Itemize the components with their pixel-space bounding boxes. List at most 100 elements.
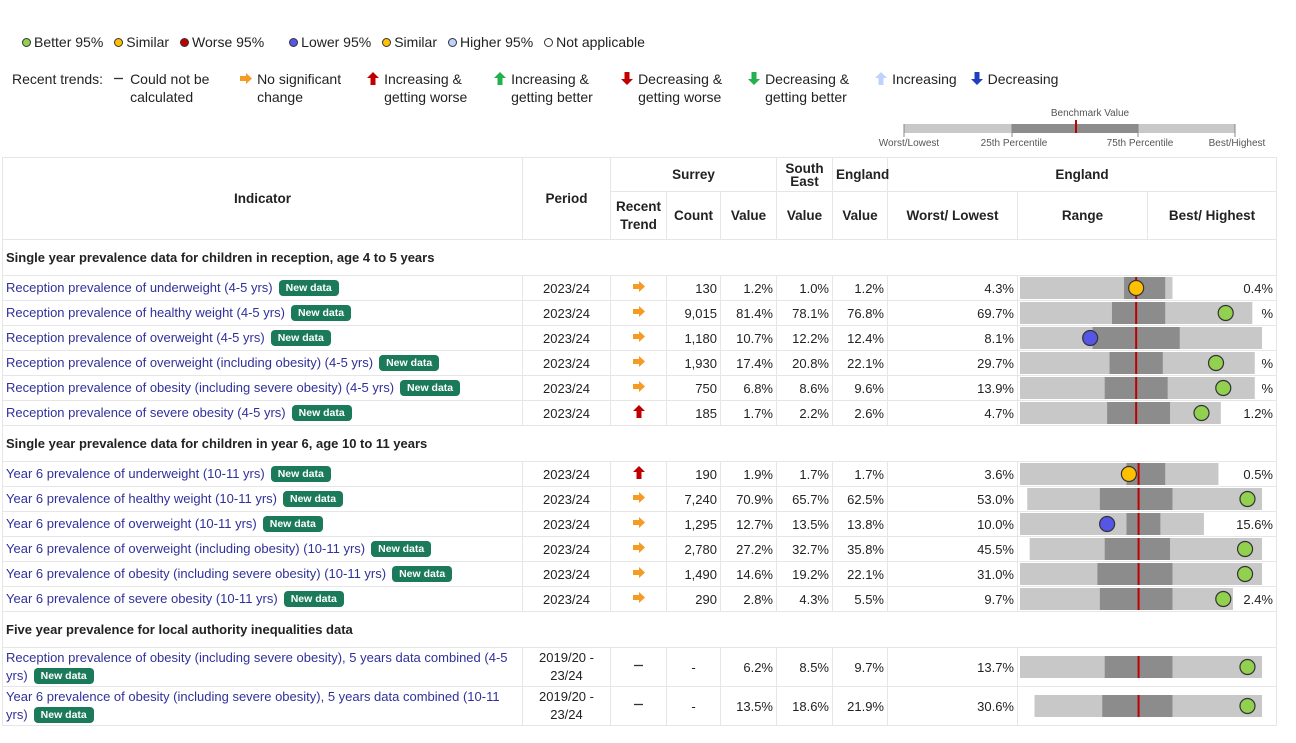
indicator-link[interactable]: Year 6 prevalence of severe obesity (10-… bbox=[6, 591, 278, 606]
dash-icon bbox=[633, 698, 645, 714]
england-value-cell: 1.7% bbox=[832, 461, 888, 487]
range-chart-cell[interactable] bbox=[1016, 561, 1278, 587]
england-value-cell: 35.8% bbox=[832, 536, 888, 562]
indicator-cell: Year 6 prevalence of overweight (10-11 y… bbox=[2, 511, 523, 537]
value-cell: 12.7% bbox=[720, 511, 777, 537]
legend-swatch-icon bbox=[544, 37, 554, 47]
range-chart-cell[interactable] bbox=[1016, 325, 1278, 351]
range-chart-cell[interactable] bbox=[1016, 486, 1278, 512]
legend-label: Not applicable bbox=[556, 34, 645, 50]
period-cell: 2023/24 bbox=[522, 511, 611, 537]
spine-iqr-bar bbox=[1107, 402, 1171, 424]
trend-cell[interactable] bbox=[610, 686, 667, 726]
range-chart-cell[interactable] bbox=[1016, 536, 1278, 562]
period-cell: 2023/24 bbox=[522, 325, 611, 351]
spine-iqr-bar bbox=[1126, 513, 1161, 535]
new-data-badge: New data bbox=[392, 566, 453, 582]
indicator-link[interactable]: Year 6 prevalence of overweight (10-11 y… bbox=[6, 516, 257, 531]
england-value-cell: 76.8% bbox=[832, 300, 888, 326]
range-chart-cell[interactable]: 2.4% bbox=[1016, 586, 1278, 612]
section-header-row: Single year prevalence data for children… bbox=[1, 425, 1278, 462]
range-chart-cell[interactable] bbox=[1016, 686, 1278, 726]
header-value[interactable]: Value bbox=[720, 191, 777, 240]
spine-area-marker bbox=[1217, 304, 1234, 322]
legend-item: Higher 95% bbox=[447, 34, 533, 50]
range-chart-cell[interactable]: % bbox=[1016, 350, 1278, 376]
header-se-value[interactable]: Value bbox=[776, 191, 833, 240]
trend-cell[interactable] bbox=[610, 647, 667, 687]
table-row: Year 6 prevalence of overweight (10-11 y… bbox=[2, 511, 1278, 537]
header-worst: Worst/ Lowest bbox=[887, 191, 1018, 240]
arrow-right-orange-icon bbox=[632, 330, 645, 346]
indicator-link[interactable]: Reception prevalence of underweight (4-5… bbox=[6, 280, 273, 295]
indicator-link[interactable]: Year 6 prevalence of obesity (including … bbox=[6, 566, 386, 581]
header-count[interactable]: Count bbox=[666, 191, 721, 240]
trend-cell[interactable] bbox=[610, 486, 667, 512]
legend-item: Better 95% bbox=[22, 34, 103, 50]
header-period[interactable]: Period bbox=[522, 157, 611, 240]
count-cell: 1,295 bbox=[666, 511, 721, 537]
spine-chart: 1.2% bbox=[1020, 402, 1273, 424]
range-chart-cell[interactable]: 1.2% bbox=[1016, 400, 1278, 426]
indicator-link[interactable]: Reception prevalence of overweight (incl… bbox=[6, 355, 373, 370]
trend-cell[interactable] bbox=[610, 400, 667, 426]
legend-swatch-icon bbox=[447, 37, 457, 47]
period-cell: 2023/24 bbox=[522, 536, 611, 562]
table-row: Reception prevalence of overweight (incl… bbox=[2, 350, 1278, 376]
range-chart-cell[interactable]: 0.5% bbox=[1016, 461, 1278, 487]
indicator-link[interactable]: Year 6 prevalence of overweight (includi… bbox=[6, 541, 365, 556]
indicator-link[interactable]: Reception prevalence of healthy weight (… bbox=[6, 305, 285, 320]
range-chart-cell[interactable]: % bbox=[1016, 375, 1278, 401]
indicator-link[interactable]: Reception prevalence of overweight (4-5 … bbox=[6, 330, 265, 345]
indicator-cell: Reception prevalence of overweight (incl… bbox=[2, 350, 523, 376]
worst-lowest-cell: 10.0% bbox=[887, 511, 1018, 537]
count-cell: 1,180 bbox=[666, 325, 721, 351]
header-indicator[interactable]: Indicator bbox=[2, 157, 523, 240]
trend-cell[interactable] bbox=[610, 511, 667, 537]
table-row: Year 6 prevalence of obesity (including … bbox=[2, 686, 1278, 726]
legend-swatch-icon bbox=[289, 37, 299, 47]
range-chart-cell[interactable]: 15.6% bbox=[1016, 511, 1278, 537]
value-cell: 70.9% bbox=[720, 486, 777, 512]
indicator-table: Indicator Period Surrey South East Engla… bbox=[1, 157, 1278, 726]
header-south-east: South East bbox=[776, 157, 833, 192]
trend-cell[interactable] bbox=[610, 350, 667, 376]
trend-cell[interactable] bbox=[610, 375, 667, 401]
spine-chart bbox=[1029, 538, 1262, 560]
benchmark-key-label: Best/Highest bbox=[1209, 138, 1266, 149]
value-cell: 6.2% bbox=[720, 647, 777, 687]
indicator-link[interactable]: Year 6 prevalence of healthy weight (10-… bbox=[6, 491, 277, 506]
spine-chart bbox=[1020, 563, 1262, 585]
value-cell: 1.9% bbox=[720, 461, 777, 487]
trend-cell[interactable] bbox=[610, 586, 667, 612]
range-chart-cell[interactable]: % bbox=[1016, 300, 1278, 326]
range-chart-cell[interactable]: 0.4% bbox=[1016, 275, 1278, 301]
spine-iqr-bar bbox=[1104, 538, 1171, 560]
trend-cell[interactable] bbox=[610, 275, 667, 301]
section-title: Five year prevalence for local authority… bbox=[1, 611, 1278, 648]
header-eng-value[interactable]: Value bbox=[832, 191, 888, 240]
arrow-up-green-icon bbox=[494, 72, 507, 85]
indicator-link[interactable]: Reception prevalence of severe obesity (… bbox=[6, 405, 286, 420]
trend-cell[interactable] bbox=[610, 461, 667, 487]
spine-area-marker bbox=[1128, 279, 1145, 297]
range-chart-cell[interactable] bbox=[1016, 647, 1278, 687]
new-data-badge: New data bbox=[262, 516, 323, 532]
trend-cell[interactable] bbox=[610, 561, 667, 587]
england-value-cell: 62.5% bbox=[832, 486, 888, 512]
benchmark-key: Benchmark Value Worst/Lowest 25th Percen… bbox=[872, 105, 1272, 151]
best-highest-value: 0.4% bbox=[1243, 281, 1273, 296]
indicator-link[interactable]: Reception prevalence of obesity (includi… bbox=[6, 380, 394, 395]
indicator-cell: Reception prevalence of severe obesity (… bbox=[2, 400, 523, 426]
trend-cell[interactable] bbox=[610, 325, 667, 351]
header-range: Range bbox=[1017, 191, 1148, 240]
south-east-value-cell: 2.2% bbox=[776, 400, 833, 426]
period-cell: 2019/20 - 23/24 bbox=[522, 647, 611, 687]
indicator-link[interactable]: Year 6 prevalence of underweight (10-11 … bbox=[6, 466, 265, 481]
trend-cell[interactable] bbox=[610, 300, 667, 326]
south-east-value-cell: 1.7% bbox=[776, 461, 833, 487]
worst-lowest-cell: 45.5% bbox=[887, 536, 1018, 562]
value-cell: 6.8% bbox=[720, 375, 777, 401]
trend-cell[interactable] bbox=[610, 536, 667, 562]
period-cell: 2023/24 bbox=[522, 300, 611, 326]
